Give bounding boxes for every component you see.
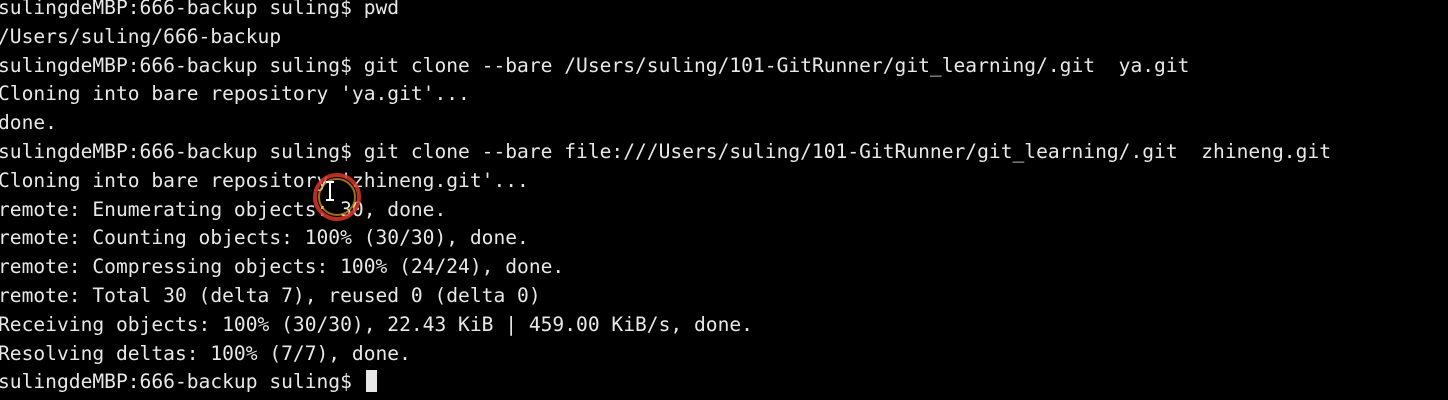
terminal-line-1: sulingdeMBP:666-backup suling$ pwd (0, 0, 400, 19)
terminal-line-10: remote: Compressing objects: 100% (24/24… (0, 255, 565, 279)
terminal-window[interactable]: sulingdeMBP:666-backup suling$ pwd /User… (0, 0, 1448, 400)
terminal-line-4: Cloning into bare repository 'ya.git'... (0, 82, 470, 106)
terminal-line-11: remote: Total 30 (delta 7), reused 0 (de… (0, 283, 541, 307)
terminal-line-2: /Users/suling/666-backup (0, 24, 282, 48)
terminal-line-13: Resolving deltas: 100% (7/7), done. (0, 341, 411, 365)
terminal-line-12: Receiving objects: 100% (30/30), 22.43 K… (0, 312, 753, 336)
terminal-line-8: remote: Enumerating objects: 30, done. (0, 197, 447, 221)
shell-prompt: sulingdeMBP:666-backup suling$ (0, 370, 364, 394)
terminal-line-9: remote: Counting objects: 100% (30/30), … (0, 226, 529, 250)
text-cursor (365, 370, 377, 393)
terminal-line-3: sulingdeMBP:666-backup suling$ git clone… (0, 53, 1190, 77)
terminal-output: sulingdeMBP:666-backup suling$ pwd /User… (0, 0, 1448, 397)
terminal-prompt-line[interactable]: sulingdeMBP:666-backup suling$ (0, 368, 1448, 397)
terminal-line-6: sulingdeMBP:666-backup suling$ git clone… (0, 139, 1331, 163)
terminal-line-7: Cloning into bare repository 'zhineng.gi… (0, 168, 529, 192)
terminal-line-5: done. (0, 111, 57, 135)
